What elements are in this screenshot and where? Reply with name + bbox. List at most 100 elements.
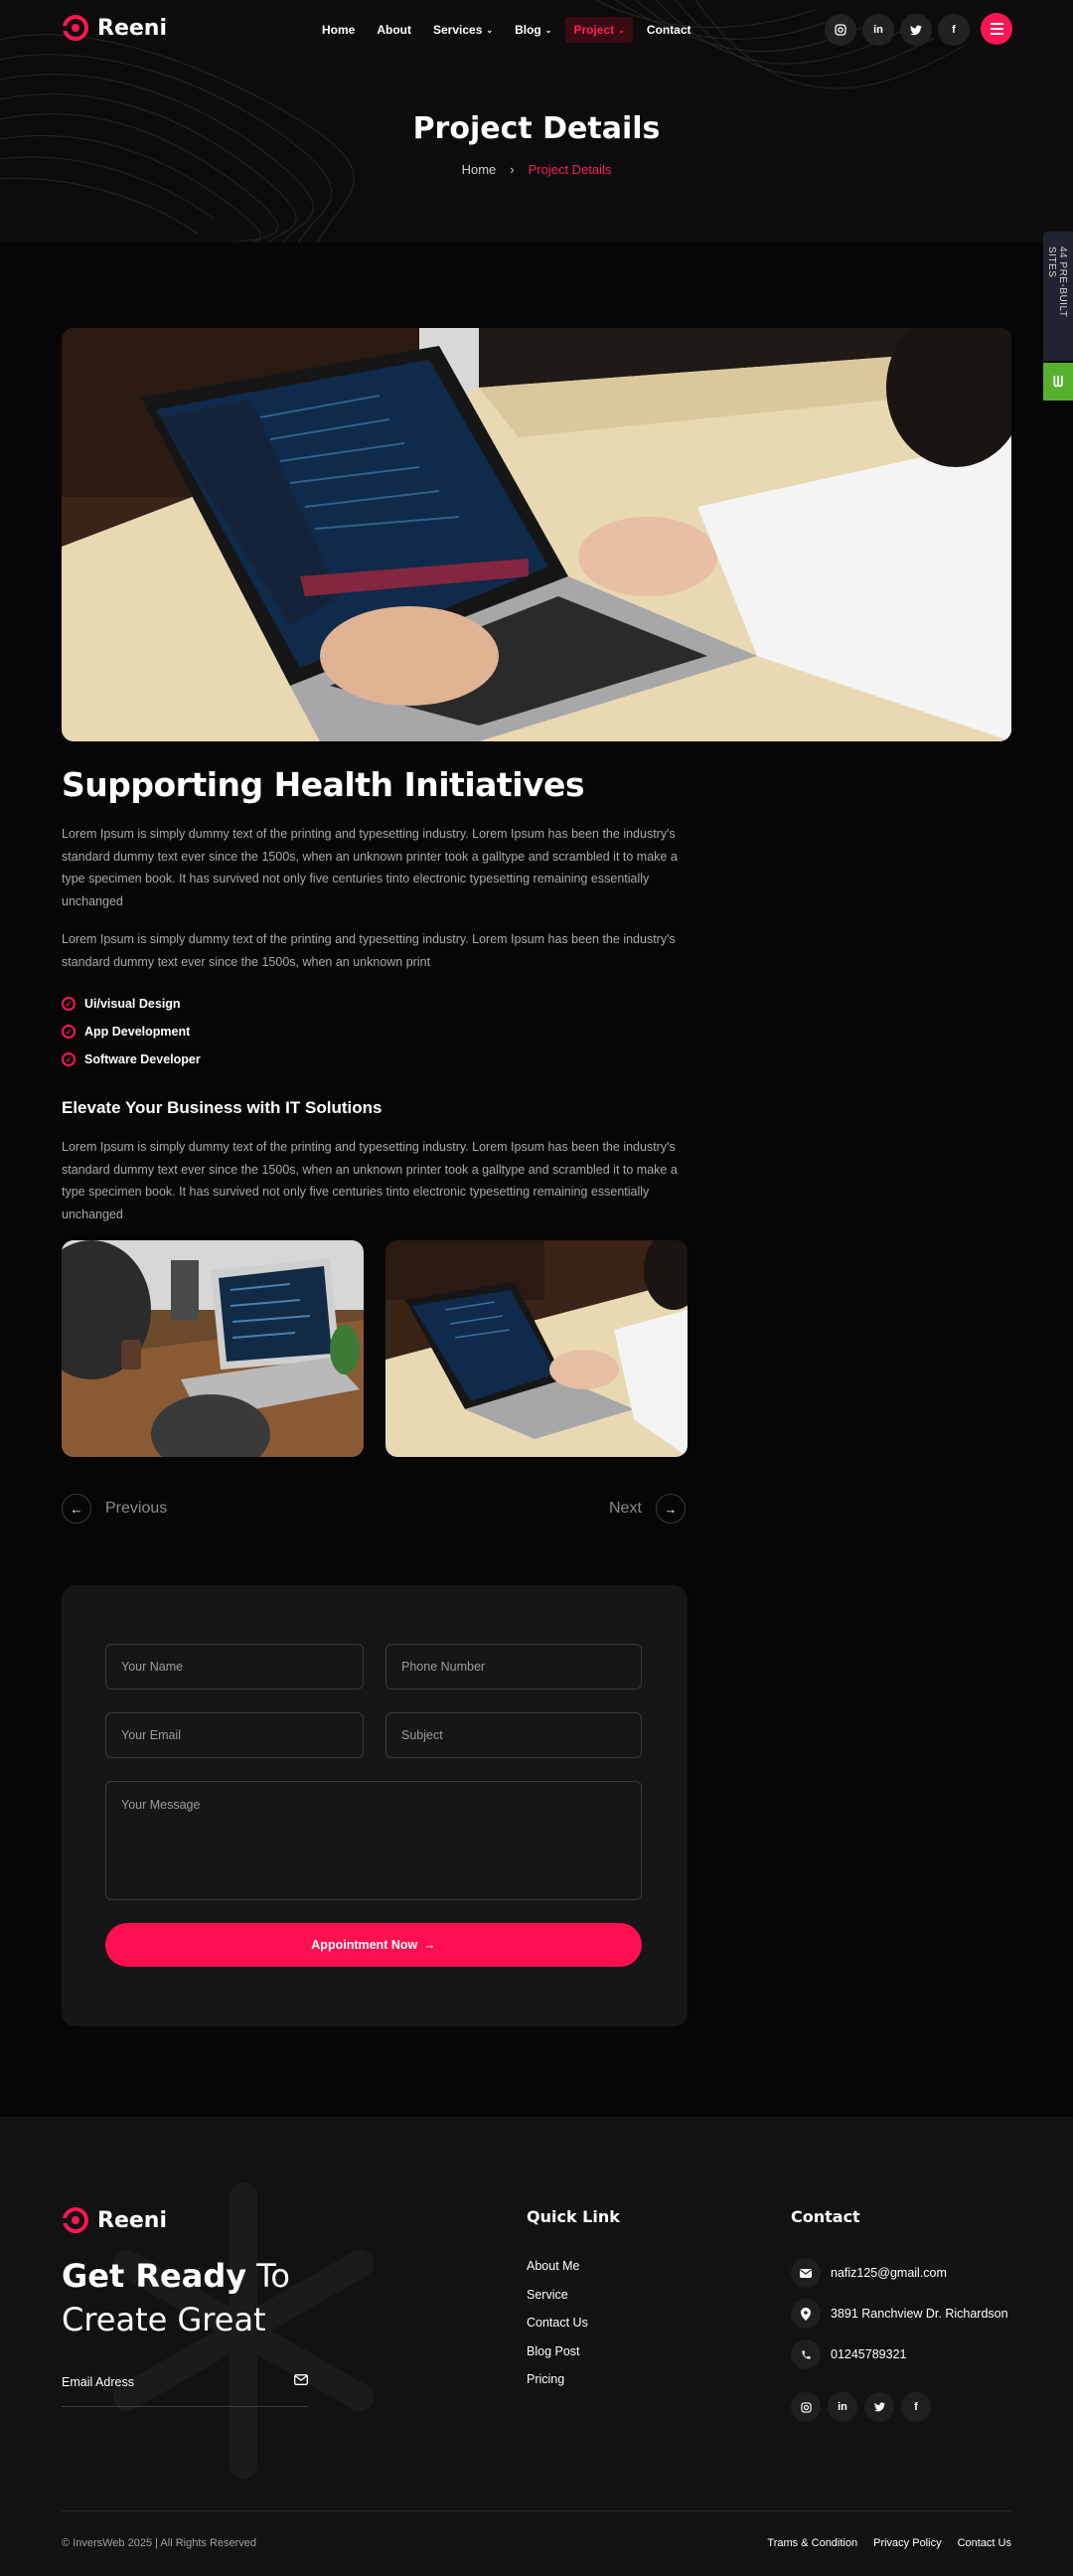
instagram-icon[interactable] xyxy=(791,2392,821,2422)
terms-link[interactable]: Trams & Condition xyxy=(767,2537,857,2549)
check-circle-icon: ✓ xyxy=(62,997,76,1011)
email-input[interactable] xyxy=(105,1712,364,1758)
page-header: Reeni Home About Services ⌄ Blog ⌄ Project… xyxy=(0,0,1073,242)
twitter-icon[interactable] xyxy=(864,2392,894,2422)
quick-link-contact[interactable]: Contact Us xyxy=(527,2316,588,2344)
list-item-label: App Development xyxy=(84,1025,191,1039)
nav-label: About xyxy=(377,23,411,37)
logo-mark-icon xyxy=(62,2207,88,2233)
legal-links: Trams & Condition Privacy Policy Contact… xyxy=(767,2537,1011,2549)
check-circle-icon: ✓ xyxy=(62,1025,76,1039)
breadcrumb: Home › Project Details xyxy=(0,162,1073,177)
breadcrumb-home[interactable]: Home xyxy=(462,162,497,177)
contact-us-link[interactable]: Contact Us xyxy=(958,2537,1011,2549)
main-nav: Home About Services ⌄ Blog ⌄ Project ⌄ Cont… xyxy=(314,17,705,43)
nav-label: Blog xyxy=(515,23,541,37)
quick-link-blog[interactable]: Blog Post xyxy=(527,2344,588,2373)
nav-item-blog[interactable]: Blog ⌄ xyxy=(507,17,559,43)
contact-heading: Contact xyxy=(791,2207,860,2226)
linkedin-icon[interactable]: in xyxy=(828,2392,857,2422)
facebook-icon[interactable]: f xyxy=(938,14,970,46)
logo-text: Reeni xyxy=(97,2207,167,2233)
tagline-bold: Get Ready xyxy=(62,2257,247,2295)
chevron-down-icon: ⌄ xyxy=(544,25,552,35)
nav-item-project[interactable]: Project ⌄ xyxy=(565,17,633,43)
list-item: ✓ Ui/visual Design xyxy=(62,990,201,1018)
list-item-label: Software Developer xyxy=(84,1052,201,1066)
quick-link-service[interactable]: Service xyxy=(527,2288,588,2317)
quick-links: About Me Service Contact Us Blog Post Pr… xyxy=(527,2259,588,2401)
envelope-icon[interactable] xyxy=(294,2373,308,2388)
contact-address-text: 3891 Ranchview Dr. Richardson xyxy=(831,2307,1008,2321)
nav-item-about[interactable]: About xyxy=(369,17,419,43)
project-description-3: Lorem Ipsum is simply dummy text of the … xyxy=(62,1140,678,1221)
subject-input[interactable] xyxy=(385,1712,642,1758)
contact-email-text: nafiz125@gmail.com xyxy=(831,2266,947,2280)
builder-icon[interactable]: ᗯ xyxy=(1043,363,1073,401)
contact-email[interactable]: nafiz125@gmail.com xyxy=(791,2258,947,2288)
message-textarea[interactable] xyxy=(105,1781,642,1900)
prebuilt-sites-label: 44 PRE-BUILT SITES xyxy=(1046,246,1068,318)
contact-address: 3891 Ranchview Dr. Richardson xyxy=(791,2299,1008,2329)
tagline-line2: Create Great xyxy=(62,2301,266,2338)
feature-checklist: ✓ Ui/visual Design ✓ App Development ✓ Soft… xyxy=(62,990,201,1073)
hamburger-menu-button[interactable] xyxy=(981,13,1012,45)
page-title: Project Details xyxy=(412,111,661,146)
chevron-down-icon: ⌄ xyxy=(618,25,625,35)
list-item: ✓ App Development xyxy=(62,1018,201,1046)
project-description-1: Lorem Ipsum is simply dummy text of the … xyxy=(62,827,678,908)
footer-tagline: Get Ready To Create Great xyxy=(62,2254,290,2341)
project-description-2: Lorem Ipsum is simply dummy text of the … xyxy=(62,932,676,969)
quick-link-about[interactable]: About Me xyxy=(527,2259,588,2288)
phone-input[interactable] xyxy=(385,1644,642,1690)
tagline-rest: To xyxy=(246,2257,290,2295)
project-gallery-image-1 xyxy=(62,1240,364,1457)
arrow-right-icon: → xyxy=(423,1938,436,1952)
logo[interactable]: Reeni xyxy=(62,14,167,42)
footer-logo[interactable]: Reeni xyxy=(62,2206,167,2234)
project-main-image xyxy=(62,328,1011,741)
header-social-links: in f xyxy=(825,14,970,46)
logo-text: Reeni xyxy=(97,15,167,41)
footer-divider xyxy=(62,2510,1011,2511)
arrow-left-icon: ← xyxy=(62,1494,91,1524)
next-link[interactable]: Next → xyxy=(609,1494,686,1524)
instagram-icon[interactable] xyxy=(825,14,856,46)
section-subheading: Elevate Your Business with IT Solutions xyxy=(62,1098,383,1117)
chevron-down-icon: ⌄ xyxy=(486,25,494,35)
privacy-policy-link[interactable]: Privacy Policy xyxy=(873,2537,941,2549)
footer-social-links: in f xyxy=(791,2392,931,2422)
newsletter-underline xyxy=(62,2406,308,2407)
quick-link-pricing[interactable]: Pricing xyxy=(527,2372,588,2401)
linkedin-icon[interactable]: in xyxy=(862,14,894,46)
nav-item-contact[interactable]: Contact xyxy=(639,17,699,43)
nav-label: Home xyxy=(322,23,356,37)
contact-phone-text: 01245789321 xyxy=(831,2347,907,2361)
nav-item-home[interactable]: Home xyxy=(314,17,363,43)
newsletter-email-label[interactable]: Email Adress xyxy=(62,2375,134,2389)
contact-phone[interactable]: 01245789321 xyxy=(791,2339,906,2369)
check-circle-icon: ✓ xyxy=(62,1052,76,1066)
breadcrumb-current: Project Details xyxy=(528,162,612,177)
arrow-right-icon: → xyxy=(655,1494,686,1524)
project-gallery-image-2 xyxy=(385,1240,688,1457)
facebook-icon[interactable]: f xyxy=(901,2392,931,2422)
nav-label: Project xyxy=(573,23,615,37)
appointment-submit-button[interactable]: Appointment Now → xyxy=(105,1923,642,1967)
name-input[interactable] xyxy=(105,1644,364,1690)
list-item-label: Ui/visual Design xyxy=(84,997,181,1011)
list-item: ✓ Software Developer xyxy=(62,1046,201,1073)
copyright-text: © InversWeb 2025 | All Rights Reserved xyxy=(62,2537,257,2549)
twitter-icon[interactable] xyxy=(900,14,932,46)
previous-link[interactable]: ← Previous xyxy=(62,1494,167,1524)
location-pin-icon xyxy=(791,2299,821,2329)
submit-label: Appointment Now xyxy=(311,1938,418,1952)
previous-label: Previous xyxy=(105,1500,168,1517)
next-label: Next xyxy=(609,1500,642,1517)
project-title: Supporting Health Initiatives xyxy=(62,765,585,804)
phone-icon xyxy=(791,2339,821,2369)
logo-mark-icon xyxy=(62,15,88,41)
nav-item-services[interactable]: Services ⌄ xyxy=(425,17,501,43)
envelope-icon xyxy=(791,2258,821,2288)
nav-label: Contact xyxy=(646,23,691,37)
